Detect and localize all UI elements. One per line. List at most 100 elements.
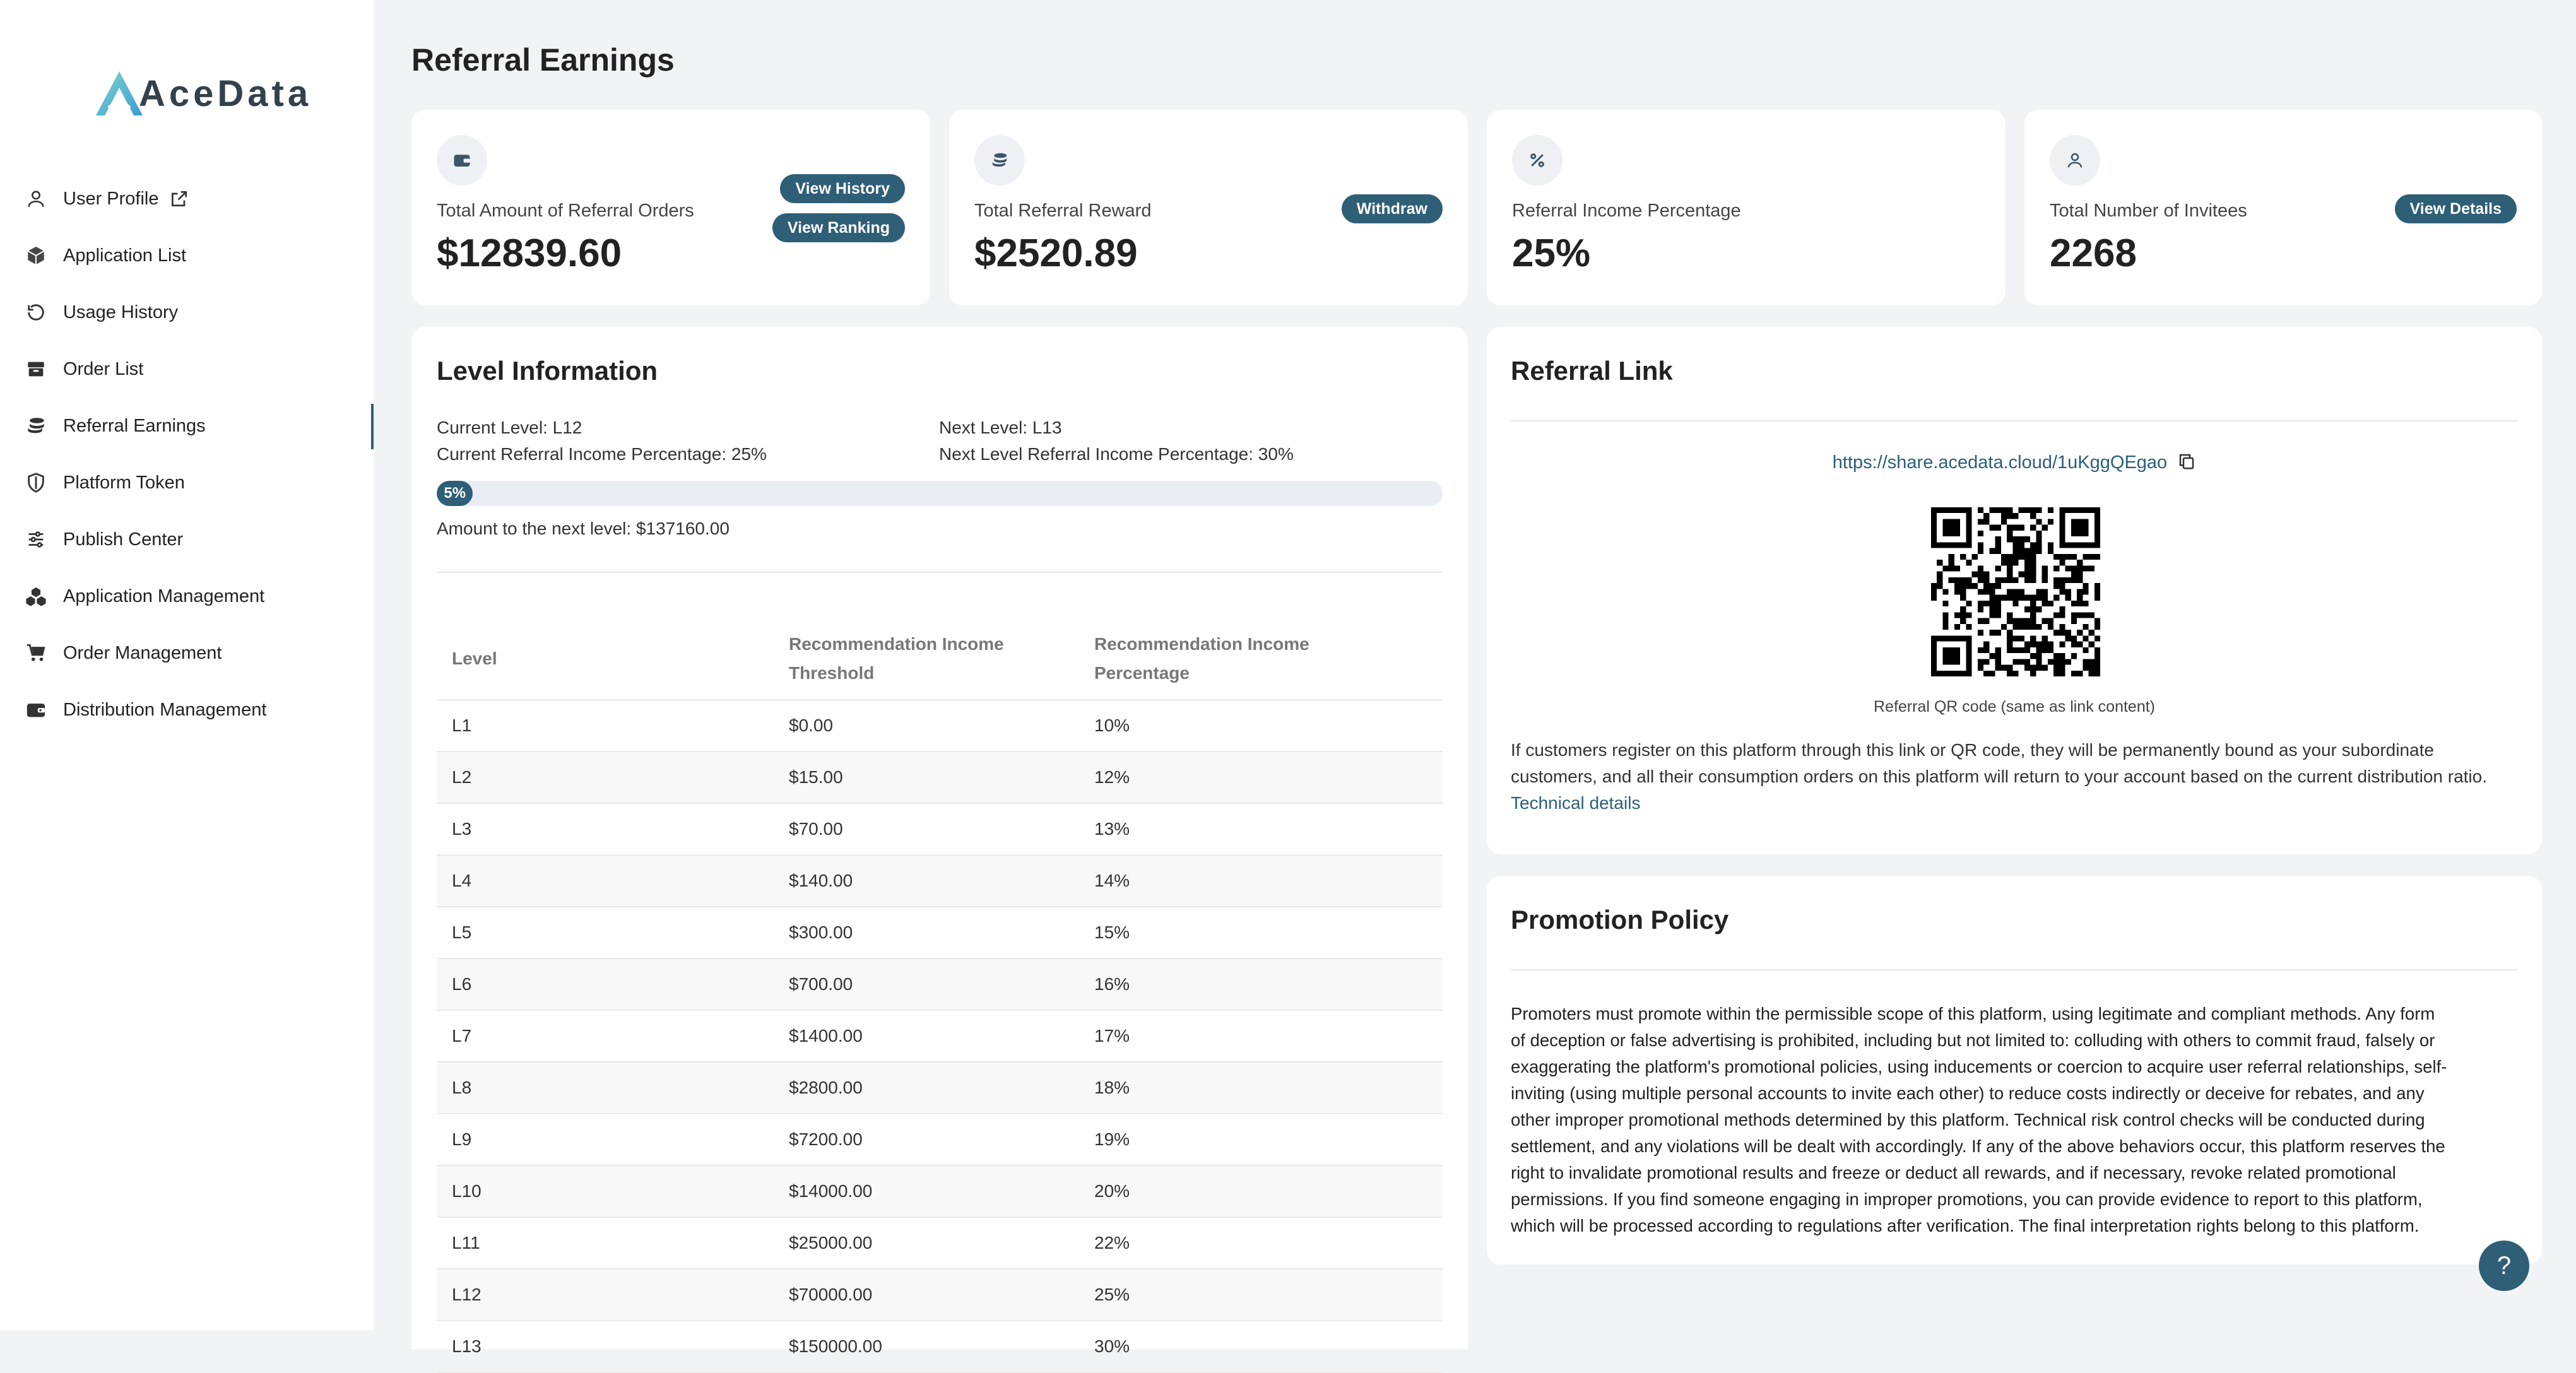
level-cell: L5 (437, 907, 774, 959)
table-row: L5 $300.00 15% (437, 907, 1443, 959)
level-cell: L6 (437, 958, 774, 1011)
referral-qr-code (1931, 507, 2100, 676)
percentage-cell: 20% (1079, 1165, 1443, 1218)
percentage-cell: 18% (1079, 1062, 1443, 1114)
level-cell: L2 (437, 751, 774, 804)
threshold-cell: $14000.00 (774, 1165, 1079, 1218)
technical-details-link[interactable]: Technical details (1511, 793, 1640, 813)
logo-text: AceData (139, 73, 312, 114)
level-cell: L4 (437, 855, 774, 907)
coins-icon (25, 415, 47, 437)
shield-icon (25, 472, 47, 493)
coins-icon (974, 135, 1025, 186)
amount-to-next-level: Amount to the next level: $137160.00 (437, 519, 730, 538)
sidebar-item-publish-center[interactable]: Publish Center (0, 511, 374, 568)
sidebar-item-application-list[interactable]: Application List (0, 227, 374, 284)
percentage-cell: 13% (1079, 803, 1443, 856)
table-row: L11 $25000.00 22% (437, 1217, 1443, 1270)
referral-link-card: Referral Link https://share.acedata.clou… (1487, 327, 2542, 854)
percentage-cell: 30% (1079, 1321, 1443, 1373)
sidebar-item-label: Platform Token (63, 472, 185, 493)
user-icon (25, 188, 47, 209)
divider (1511, 969, 2518, 970)
level-progress-bar: 5% (437, 481, 1443, 506)
table-row: L9 $7200.00 19% (437, 1114, 1443, 1166)
sidebar-item-label: Usage History (63, 302, 179, 322)
withdraw-button[interactable]: Withdraw (1341, 194, 1443, 223)
current-income-percentage: Current Referral Income Percentage: 25% (437, 444, 767, 464)
logo-mark-icon (96, 71, 143, 115)
level-cell: L3 (437, 803, 774, 856)
policy-line: Promoters must promote within the permis… (1511, 1004, 2435, 1023)
level-cell: L10 (437, 1165, 774, 1218)
percentage-cell: 19% (1079, 1114, 1443, 1166)
stat-value: 2268 (2050, 232, 2137, 275)
sidebar-nav: User Profile Application List Usage Hist… (0, 170, 374, 738)
table-row: L10 $14000.00 20% (437, 1165, 1443, 1218)
percentage-cell: 16% (1079, 958, 1443, 1011)
level-info-title: Level Information (437, 356, 658, 386)
threshold-cell: $70000.00 (774, 1269, 1079, 1321)
cubes-icon (25, 586, 47, 607)
level-cell: L8 (437, 1062, 774, 1114)
percent-icon (1512, 135, 1563, 186)
percentage-cell: 10% (1079, 700, 1443, 752)
divider (1511, 420, 2518, 421)
sidebar-item-label: Application Management (63, 586, 265, 606)
policy-line: settlement, and any violations will be d… (1511, 1136, 2445, 1156)
percentage-cell: 22% (1079, 1217, 1443, 1270)
percentage-cell: 17% (1079, 1010, 1443, 1063)
sidebar-item-usage-history[interactable]: Usage History (0, 284, 374, 341)
policy-line: inviting (using multiple personal accoun… (1511, 1083, 2425, 1103)
help-button[interactable]: ? (2479, 1240, 2529, 1291)
box-icon (25, 358, 47, 380)
sidebar-item-platform-token[interactable]: Platform Token (0, 454, 374, 511)
sidebar-item-distribution-management[interactable]: Distribution Management (0, 681, 374, 738)
copy-icon[interactable] (2177, 452, 2196, 471)
level-cell: L9 (437, 1114, 774, 1166)
threshold-cell: $15.00 (774, 751, 1079, 804)
policy-line: permissions. If you find someone engagin… (1511, 1189, 2423, 1209)
current-level: Current Level: L12 (437, 418, 582, 437)
policy-line: other improper promotional methods deter… (1511, 1110, 2425, 1129)
stat-card-income-percentage: Referral Income Percentage 25% (1487, 110, 2006, 305)
view-history-button[interactable]: View History (780, 174, 905, 203)
sidebar-item-user-profile[interactable]: User Profile (0, 170, 374, 227)
sidebar-item-referral-earnings[interactable]: Referral Earnings (0, 398, 374, 454)
policy-line: which will be processed according to reg… (1511, 1216, 2419, 1235)
view-ranking-button[interactable]: View Ranking (772, 213, 905, 242)
external-link-icon (169, 189, 189, 209)
stat-card-referral-reward: Total Referral Reward $2520.89 Withdraw (949, 110, 1468, 305)
promotion-policy-title: Promotion Policy (1511, 905, 1729, 934)
sidebar-item-order-management[interactable]: Order Management (0, 625, 374, 681)
stat-label: Total Referral Reward (974, 201, 1152, 221)
sidebar-item-application-management[interactable]: Application Management (0, 568, 374, 625)
page-title: Referral Earnings (411, 42, 675, 78)
user-icon (2050, 135, 2100, 186)
view-details-button[interactable]: View Details (2394, 194, 2517, 223)
table-row: L6 $700.00 16% (437, 958, 1443, 1011)
table-row: L13 $150000.00 30% (437, 1321, 1443, 1373)
threshold-cell: $0.00 (774, 700, 1079, 752)
cart-icon (25, 642, 47, 664)
column-header-threshold: Recommendation Income Threshold (774, 617, 1079, 700)
policy-line: of deception or false advertising is pro… (1511, 1030, 2435, 1050)
level-cell: L12 (437, 1269, 774, 1321)
sidebar-item-order-list[interactable]: Order List (0, 341, 374, 398)
column-header-level: Level (437, 617, 774, 700)
sidebar-item-label: Order List (63, 358, 144, 379)
policy-line: exaggerating the platform's promotional … (1511, 1057, 2447, 1076)
percentage-cell: 12% (1079, 751, 1443, 804)
level-information-card: Level Information Current Level: L12 Nex… (411, 327, 1468, 1373)
level-cell: L13 (437, 1321, 774, 1373)
next-level-income-percentage: Next Level Referral Income Percentage: 3… (939, 444, 1294, 464)
logo[interactable]: AceData (95, 68, 312, 119)
referral-description: If customers register on this platform t… (1511, 740, 2487, 786)
threshold-cell: $7200.00 (774, 1114, 1079, 1166)
threshold-cell: $700.00 (774, 958, 1079, 1011)
stat-card-referral-orders: Total Amount of Referral Orders $12839.6… (411, 110, 930, 305)
stat-label: Total Number of Invitees (2050, 201, 2247, 221)
stat-label: Total Amount of Referral Orders (437, 201, 694, 221)
promotion-policy-text: Promoters must promote within the permis… (1511, 1001, 2527, 1239)
referral-url-link[interactable]: https://share.acedata.cloud/1uKggQEgao (1833, 452, 2167, 473)
